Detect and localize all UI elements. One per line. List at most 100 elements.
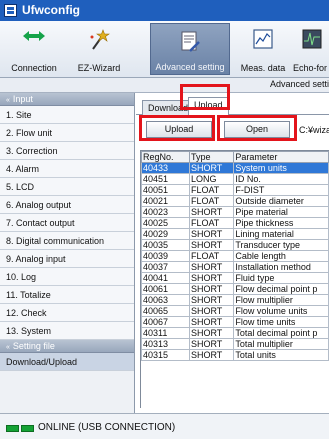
parameter-cell: Installation method	[233, 261, 329, 273]
parameter-cell: Outside diameter	[233, 195, 329, 207]
echo-form-icon	[302, 29, 322, 49]
sidebar-item-totalize[interactable]: 11. Totalize	[0, 286, 134, 304]
type-cell: SHORT	[188, 239, 235, 251]
register-table: RegNo. Type Parameter 40433 SHORT System u…	[140, 150, 329, 408]
type-cell: SHORT	[188, 305, 235, 317]
sidebar-item-analog-output[interactable]: 6. Analog output	[0, 196, 134, 214]
type-cell: SHORT	[188, 294, 235, 306]
column-header-parameter[interactable]: Parameter	[233, 151, 329, 163]
sidebar-item-flow-unit[interactable]: 2. Flow unit	[0, 124, 134, 142]
regno-cell: 40063	[141, 294, 190, 306]
ez-wizard-button[interactable]: EZ-Wizard	[70, 23, 128, 75]
sidebar: «Input 1. Site 2. Flow unit 3. Correctio…	[0, 93, 135, 413]
sidebar-group-label: Input	[12, 94, 33, 104]
title-bar: Ufwconfig	[0, 0, 329, 21]
column-header-regno[interactable]: RegNo.	[141, 151, 190, 163]
parameter-cell: Total multiplier	[233, 338, 329, 350]
regno-cell: 40023	[141, 206, 190, 218]
type-cell: SHORT	[188, 338, 235, 350]
connection-led-icon	[6, 425, 19, 432]
type-cell: SHORT	[188, 228, 235, 240]
table-row[interactable]: 40037 SHORT Installation method	[141, 261, 329, 273]
column-header-type[interactable]: Type	[188, 151, 235, 163]
section-header: Advanced setti	[0, 78, 329, 93]
sidebar-item-system[interactable]: 13. System	[0, 322, 134, 340]
table-row[interactable]: 40025 FLOAT Pipe thickness	[141, 217, 329, 229]
parameter-cell: Lining material	[233, 228, 329, 240]
status-bar: ONLINE (USB CONNECTION)	[0, 413, 329, 439]
meas-data-icon	[253, 29, 273, 49]
sidebar-group-input[interactable]: «Input	[0, 93, 134, 106]
parameter-cell: Cable length	[233, 250, 329, 262]
window-title: Ufwconfig	[22, 3, 80, 17]
type-cell: SHORT	[188, 327, 235, 339]
table-row[interactable]: 40067 SHORT Flow time units	[141, 316, 329, 328]
ez-wizard-label: EZ-Wizard	[77, 63, 121, 73]
advanced-setting-label: Advanced setting	[155, 62, 225, 72]
file-path: C:¥wiza	[299, 125, 329, 135]
parameter-cell: Pipe thickness	[233, 217, 329, 229]
sidebar-item-lcd[interactable]: 5. LCD	[0, 178, 134, 196]
table-row[interactable]: 40039 FLOAT Cable length	[141, 250, 329, 262]
regno-cell: 40035	[141, 239, 190, 251]
table-row[interactable]: 40021 FLOAT Outside diameter	[141, 195, 329, 207]
type-cell: SHORT	[188, 162, 235, 174]
table-row[interactable]: 40451 LONG ID No.	[141, 173, 329, 185]
regno-cell: 40051	[141, 184, 190, 196]
section-header-text: Advanced setti	[269, 79, 329, 89]
toolbar: Connection EZ-Wizard Advanced setting Me…	[0, 21, 329, 78]
regno-cell: 40315	[141, 349, 190, 361]
type-cell: SHORT	[188, 272, 235, 284]
echo-form-button[interactable]: Echo-for	[292, 23, 329, 75]
parameter-cell: F-DIST	[233, 184, 329, 196]
meas-data-button[interactable]: Meas. data	[238, 23, 288, 75]
regno-cell: 40311	[141, 327, 190, 339]
sidebar-item-site[interactable]: 1. Site	[0, 106, 134, 124]
table-row[interactable]: 40311 SHORT Total decimal point p	[141, 327, 329, 339]
parameter-cell: Flow multiplier	[233, 294, 329, 306]
sidebar-item-contact-output[interactable]: 7. Contact output	[0, 214, 134, 232]
parameter-cell: Total units	[233, 349, 329, 361]
sidebar-group-setting-file[interactable]: «Setting file	[0, 340, 134, 353]
table-row[interactable]: 40063 SHORT Flow multiplier	[141, 294, 329, 306]
sidebar-group-label: Setting file	[12, 341, 55, 351]
regno-cell: 40061	[141, 283, 190, 295]
table-row[interactable]: 40313 SHORT Total multiplier	[141, 338, 329, 350]
sidebar-item-log[interactable]: 10. Log	[0, 268, 134, 286]
advanced-setting-icon	[181, 31, 200, 52]
table-row[interactable]: 40433 SHORT System units	[141, 162, 329, 174]
connection-status: ONLINE (USB CONNECTION)	[38, 422, 176, 433]
regno-cell: 40067	[141, 316, 190, 328]
sidebar-item-correction[interactable]: 3. Correction	[0, 142, 134, 160]
table-row[interactable]: 40029 SHORT Lining material	[141, 228, 329, 240]
echo-form-label: Echo-for	[293, 63, 328, 73]
regno-cell: 40313	[141, 338, 190, 350]
regno-cell: 40065	[141, 305, 190, 317]
regno-cell: 40433	[141, 162, 190, 174]
table-row[interactable]: 40035 SHORT Transducer type	[141, 239, 329, 251]
sidebar-item-download-upload[interactable]: Download/Upload	[0, 353, 134, 371]
type-cell: SHORT	[188, 316, 235, 328]
connection-button[interactable]: Connection	[4, 23, 64, 75]
tab-strip: Download Upload	[136, 97, 329, 116]
sidebar-item-digital-communication[interactable]: 8. Digital communication	[0, 232, 134, 250]
regno-cell: 40029	[141, 228, 190, 240]
parameter-cell: System units	[233, 162, 329, 174]
parameter-cell: Total decimal point p	[233, 327, 329, 339]
table-row[interactable]: 40051 FLOAT F-DIST	[141, 184, 329, 196]
sidebar-item-analog-input[interactable]: 9. Analog input	[0, 250, 134, 268]
sidebar-item-alarm[interactable]: 4. Alarm	[0, 160, 134, 178]
type-cell: SHORT	[188, 206, 235, 218]
sidebar-item-check[interactable]: 12. Check	[0, 304, 134, 322]
regno-cell: 40025	[141, 217, 190, 229]
table-row[interactable]: 40041 SHORT Fluid type	[141, 272, 329, 284]
advanced-setting-button[interactable]: Advanced setting	[150, 23, 230, 75]
table-row[interactable]: 40061 SHORT Flow decimal point p	[141, 283, 329, 295]
main-panel: Download Upload Upload Open C:¥wiza RegN…	[136, 84, 329, 413]
table-row[interactable]: 40065 SHORT Flow volume units	[141, 305, 329, 317]
highlight-tab-upload	[180, 84, 230, 110]
table-row[interactable]: 40315 SHORT Total units	[141, 349, 329, 361]
parameter-cell: Flow volume units	[233, 305, 329, 317]
table-row[interactable]: 40023 SHORT Pipe material	[141, 206, 329, 218]
type-cell: FLOAT	[188, 184, 235, 196]
